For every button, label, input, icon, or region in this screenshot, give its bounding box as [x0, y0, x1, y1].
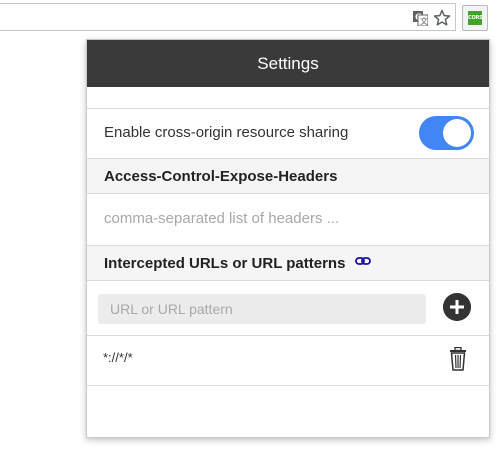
address-bar[interactable]	[0, 3, 456, 31]
popup-title: Settings	[257, 53, 319, 73]
add-circle-icon[interactable]	[443, 293, 471, 321]
expose-headers-section-header: Access-Control-Expose-Headers	[87, 158, 489, 194]
browser-toolbar: G 文 CORS	[0, 0, 497, 38]
cors-toggle-switch[interactable]	[419, 116, 474, 150]
popup-header: Settings	[87, 40, 489, 87]
divider	[87, 385, 489, 386]
divider	[87, 335, 489, 336]
url-pattern-entry: *://*/*	[103, 350, 133, 365]
toggle-knob	[443, 119, 471, 147]
cors-toggle-row: Enable cross-origin resource sharing	[87, 109, 489, 159]
expose-headers-input[interactable]: comma-separated list of headers ...	[104, 210, 339, 227]
settings-popup: Settings Enable cross-origin resource sh…	[86, 39, 490, 438]
expose-headers-title: Access-Control-Expose-Headers	[104, 168, 338, 185]
divider	[87, 158, 489, 159]
intercepted-section-header: Intercepted URLs or URL patterns	[87, 245, 489, 281]
cors-extension-button[interactable]: CORS	[462, 5, 488, 31]
trash-icon[interactable]	[449, 347, 467, 371]
bookmark-star-icon[interactable]	[433, 9, 451, 27]
intercepted-title-text: Intercepted URLs or URL patterns	[104, 255, 346, 272]
cors-toggle-label: Enable cross-origin resource sharing	[104, 124, 349, 141]
divider	[87, 280, 489, 281]
intercepted-title: Intercepted URLs or URL patterns	[104, 255, 371, 272]
divider	[87, 193, 489, 194]
url-pattern-input[interactable]	[98, 294, 426, 324]
translate-icon[interactable]: G 文	[413, 11, 428, 26]
svg-text:文: 文	[420, 16, 428, 26]
link-icon[interactable]	[354, 256, 371, 266]
divider	[87, 245, 489, 246]
cors-extension-icon: CORS	[468, 11, 483, 25]
